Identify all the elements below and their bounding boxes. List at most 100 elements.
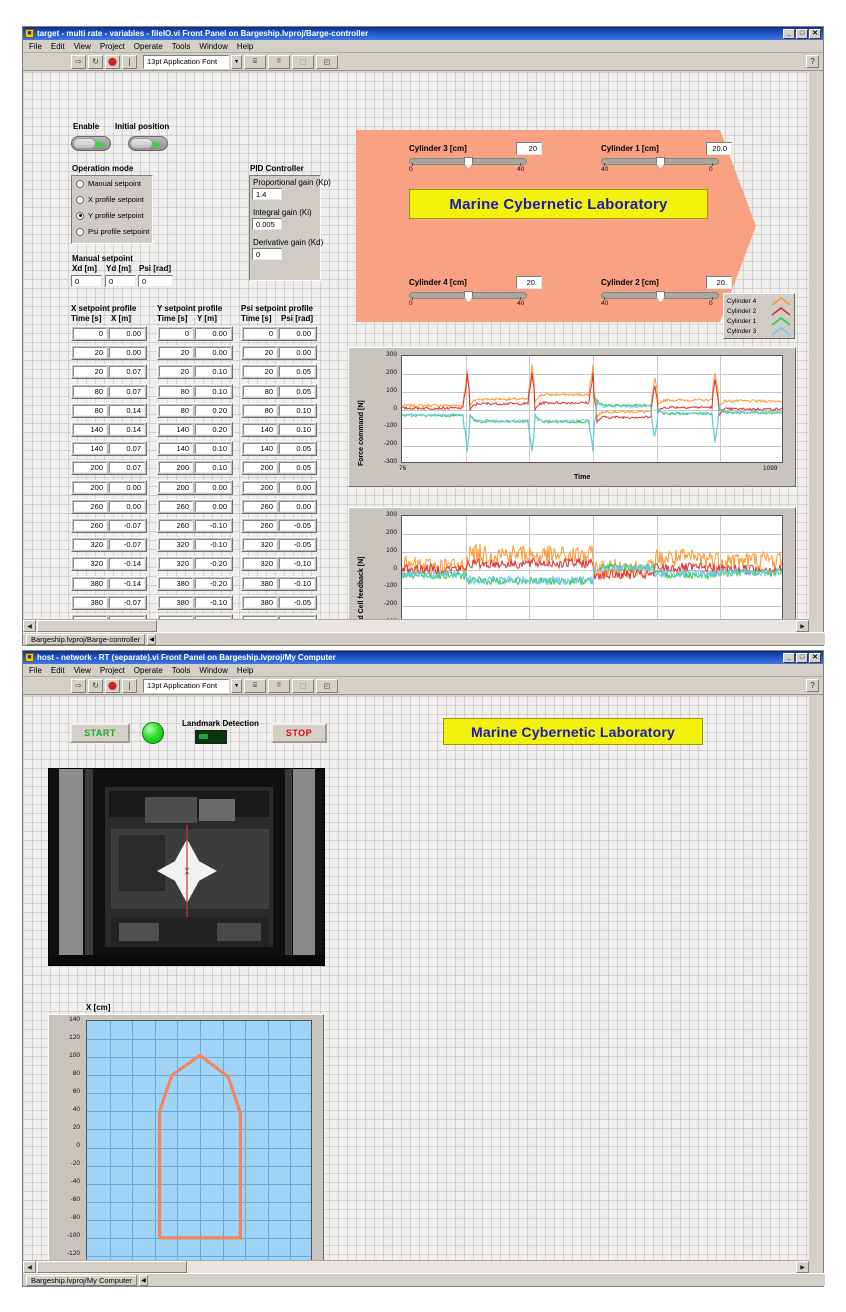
profile-time-cell[interactable]: 0 — [73, 328, 107, 339]
distribute-objects-button[interactable]: ⌷ — [268, 54, 290, 69]
profile-time-cell[interactable]: 20 — [73, 347, 107, 359]
profile-time-cell[interactable]: 380 — [73, 596, 107, 608]
profile-value-cell[interactable]: 0.07 — [109, 385, 145, 397]
target-controller-window[interactable]: ■ target - multi rate - variables - file… — [22, 26, 825, 646]
profile-time-cell[interactable]: 20 — [243, 347, 277, 359]
profile-value-cell[interactable]: -0.10 — [279, 558, 315, 570]
radio-psi-profile-setpoint[interactable]: Psi profile setpoint — [76, 227, 149, 236]
manual-psi-input[interactable]: 0 — [138, 275, 173, 287]
profile-row[interactable]: 140 0.10 — [157, 441, 233, 457]
profile-row[interactable]: 380 -0.10 — [241, 575, 317, 591]
profile-row[interactable]: 80 0.14 — [71, 402, 147, 418]
profile-time-cell[interactable]: 200 — [159, 481, 193, 493]
profile-value-cell[interactable]: 0.07 — [109, 366, 145, 378]
enable-switch[interactable] — [71, 136, 111, 151]
profile-value-cell[interactable]: 0.00 — [195, 500, 231, 512]
profile-value-cell[interactable]: -0.10 — [195, 520, 231, 531]
target-status-tab[interactable]: Bargeship.lvproj/Barge-controller — [26, 633, 146, 645]
menu-edit[interactable]: Edit — [51, 42, 65, 51]
scroll-right-button[interactable]: ▶ — [796, 620, 809, 632]
scroll-left-button[interactable]: ◀ — [23, 620, 36, 632]
profile-value-cell[interactable]: 0.00 — [195, 328, 231, 339]
pid-kp-input[interactable]: 1.4 — [252, 188, 282, 200]
cylinder-legend-swatch[interactable] — [771, 326, 791, 336]
font-selector[interactable]: 13pt Application Font — [143, 678, 229, 693]
host-status-arrow-icon[interactable]: ◀ — [138, 1274, 148, 1286]
profile-row[interactable]: 260 -0.10 — [157, 518, 233, 533]
profile-time-cell[interactable]: 200 — [243, 462, 277, 474]
profile-row[interactable]: 320 -0.07 — [71, 537, 147, 553]
profile-value-cell[interactable]: 0.10 — [195, 443, 231, 455]
profile-time-cell[interactable]: 380 — [159, 596, 193, 608]
profile-value-cell[interactable]: -0.20 — [195, 558, 231, 570]
profile-row[interactable]: 320 -0.14 — [71, 556, 147, 572]
profile-time-cell[interactable]: 260 — [159, 500, 193, 512]
cylinder-legend-row[interactable]: Cylinder 3 — [727, 326, 791, 336]
manual-yd-input[interactable]: 0 — [105, 275, 136, 287]
target-panel-hscrollbar[interactable]: ◀ ▶ — [23, 619, 809, 632]
run-button[interactable]: ⇨ — [71, 54, 86, 69]
profile-time-cell[interactable]: 140 — [73, 443, 107, 455]
profile-row[interactable]: 20 0.00 — [157, 345, 233, 361]
profile-time-cell[interactable]: 200 — [73, 462, 107, 474]
context-help-button[interactable]: ? — [806, 679, 819, 692]
profile-row[interactable]: 80 0.20 — [157, 402, 233, 418]
profile-time-cell[interactable]: 80 — [73, 385, 107, 397]
camera-view[interactable] — [48, 768, 325, 966]
profile-time-cell[interactable]: 260 — [243, 500, 277, 512]
cylinder-legend-row[interactable]: Cylinder 2 — [727, 306, 791, 316]
profile-value-cell[interactable]: -0.20 — [195, 577, 231, 589]
profile-time-cell[interactable]: 380 — [243, 577, 277, 589]
reorder-objects-button[interactable]: ◰ — [316, 54, 338, 69]
profile-time-cell[interactable]: 320 — [73, 539, 107, 551]
profile-time-cell[interactable]: 140 — [243, 424, 277, 435]
profile-value-cell[interactable]: -0.10 — [195, 596, 231, 608]
minimize-button[interactable]: _ — [783, 652, 795, 663]
profile-row[interactable]: 260 -0.05 — [241, 518, 317, 533]
font-dropdown-icon[interactable]: ▾ — [231, 54, 242, 69]
menu-file[interactable]: File — [29, 666, 42, 675]
maximize-button[interactable]: □ — [796, 652, 808, 663]
profile-time-cell[interactable]: 80 — [243, 385, 277, 397]
profile-value-cell[interactable]: -0.14 — [109, 558, 145, 570]
profile-row[interactable]: 80 0.07 — [71, 383, 147, 399]
target-menubar[interactable]: File Edit View Project Operate Tools Win… — [23, 40, 823, 53]
profile-row[interactable]: 0 0.00 — [71, 326, 147, 341]
profile-row[interactable]: 20 0.00 — [241, 345, 317, 361]
menu-project[interactable]: Project — [100, 666, 125, 675]
xy-position-graph[interactable]: 140120100806040200-20-40-60-80-100-120-1… — [48, 1014, 324, 1260]
maximize-button[interactable]: □ — [796, 28, 808, 39]
profile-row[interactable]: 260 0.00 — [241, 498, 317, 514]
hscroll-thumb[interactable] — [37, 1261, 187, 1273]
profile-time-cell[interactable]: 80 — [159, 385, 193, 397]
profile-time-cell[interactable]: 80 — [243, 404, 277, 416]
profile-value-cell[interactable]: 0.10 — [279, 424, 315, 435]
profile-row[interactable]: 0 0.00 — [157, 326, 233, 341]
profile-row[interactable]: 200 0.00 — [241, 479, 317, 495]
profile-row[interactable]: 80 0.10 — [157, 383, 233, 399]
cylinder-legend-row[interactable]: Cylinder 1 — [727, 316, 791, 326]
profile-row[interactable]: 200 0.10 — [157, 460, 233, 476]
profile-time-cell[interactable]: 140 — [159, 443, 193, 455]
profile-value-cell[interactable]: 0.00 — [279, 500, 315, 512]
reorder-objects-button[interactable]: ◰ — [316, 678, 338, 693]
radio-manual-setpoint[interactable]: Manual setpoint — [76, 179, 141, 188]
profile-time-cell[interactable]: 80 — [159, 404, 193, 416]
profile-row[interactable]: 20 0.07 — [71, 364, 147, 380]
menu-edit[interactable]: Edit — [51, 666, 65, 675]
font-selector[interactable]: 13pt Application Font — [143, 54, 229, 69]
profile-time-cell[interactable]: 320 — [73, 558, 107, 570]
profile-value-cell[interactable]: 0.00 — [279, 347, 315, 359]
profile-value-cell[interactable]: -0.10 — [279, 577, 315, 589]
profile-value-cell[interactable]: 0.20 — [195, 404, 231, 416]
profile-time-cell[interactable]: 20 — [159, 347, 193, 359]
scroll-right-button[interactable]: ▶ — [796, 1261, 809, 1273]
minimize-button[interactable]: _ — [783, 28, 795, 39]
align-objects-button[interactable]: ⌸ — [244, 678, 266, 693]
profile-value-cell[interactable]: 0.00 — [279, 328, 315, 339]
profile-value-cell[interactable]: 0.10 — [195, 366, 231, 378]
profile-row[interactable]: 200 0.00 — [71, 479, 147, 495]
cylinder-legend-row[interactable]: Cylinder 4 — [727, 296, 791, 306]
profile-value-cell[interactable]: -0.10 — [195, 539, 231, 551]
profile-time-cell[interactable]: 140 — [159, 424, 193, 435]
